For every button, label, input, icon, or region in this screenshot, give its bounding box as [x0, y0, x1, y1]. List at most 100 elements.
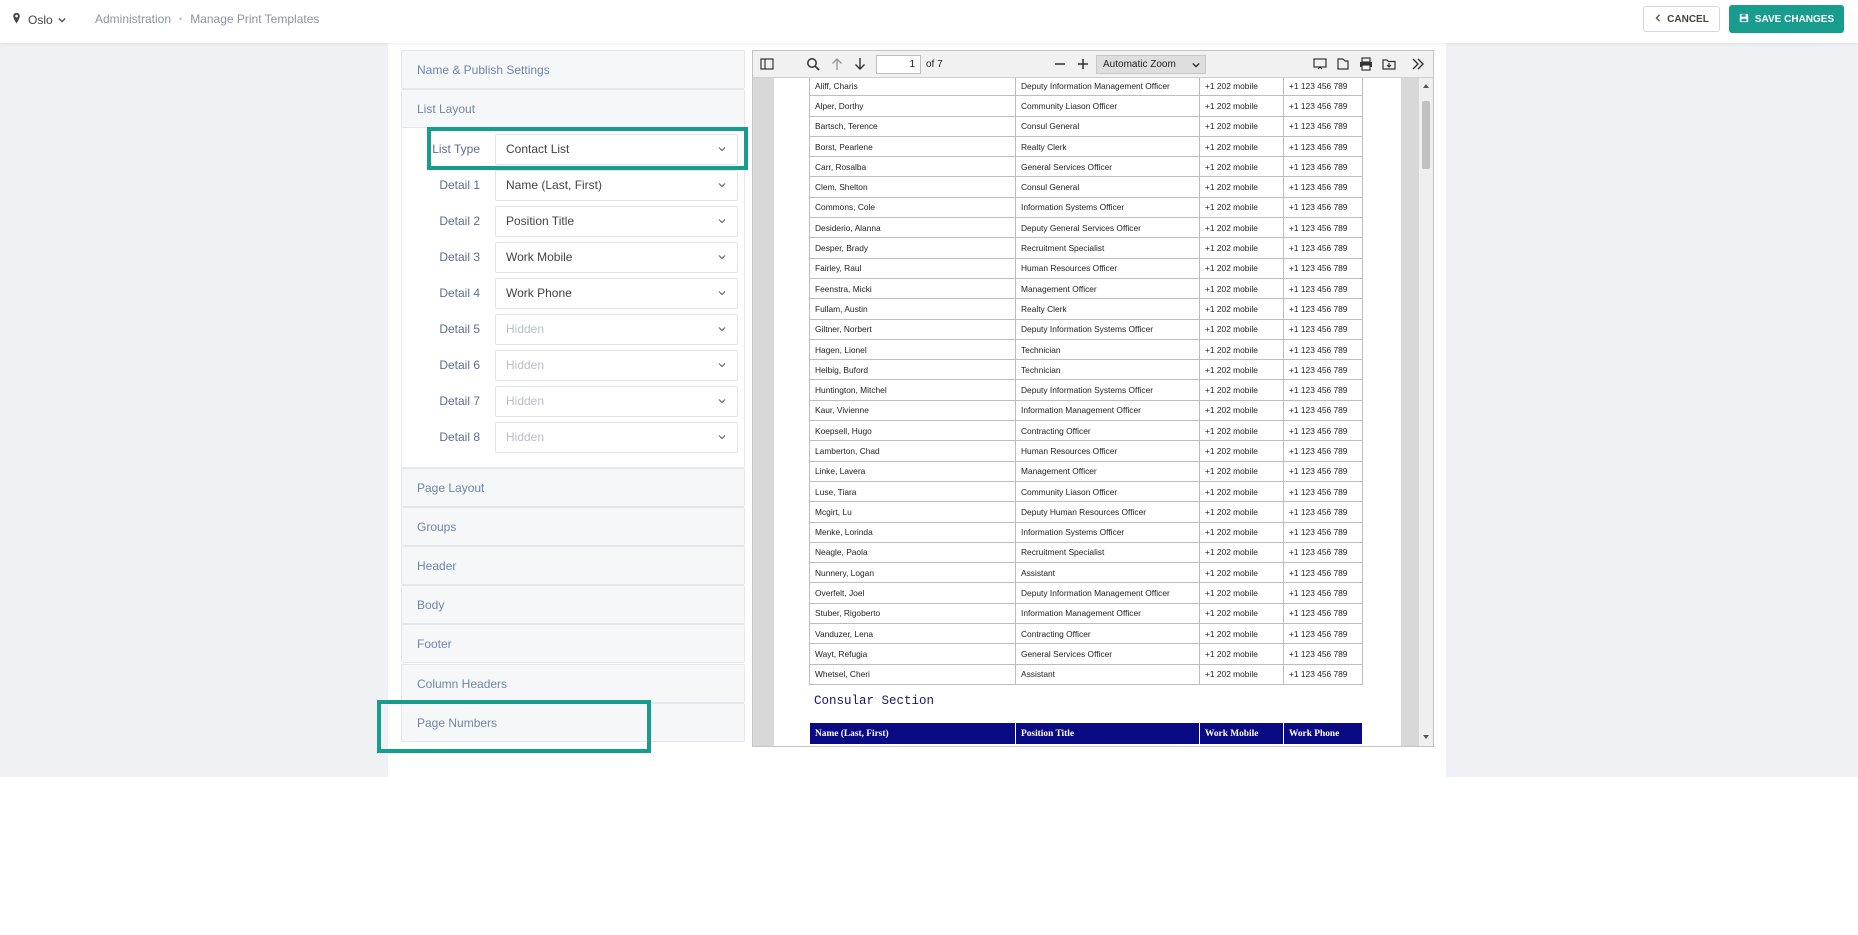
detail-2-select[interactable]: Position Title [495, 205, 738, 237]
cell-name: Koepsell, Hugo [809, 420, 1016, 442]
detail-6-select[interactable]: Hidden [495, 349, 738, 381]
scrollbar-thumb[interactable] [1422, 101, 1430, 169]
section-name-publish-settings[interactable]: Name & Publish Settings [401, 50, 745, 89]
section-header[interactable]: Header [401, 546, 745, 585]
cell-work-mobile: +1 202 mobile [1199, 217, 1284, 239]
zoom-in-icon[interactable] [1075, 56, 1091, 72]
field-label: Detail 8 [439, 430, 480, 444]
section-footer[interactable]: Footer [401, 624, 745, 663]
pdf-page: Aliff, Charis Deputy Information Manageme… [774, 78, 1401, 746]
section-page-layout[interactable]: Page Layout [401, 468, 745, 507]
detail-5-select[interactable]: Hidden [495, 313, 738, 345]
cell-work-mobile: +1 202 mobile [1199, 196, 1284, 219]
open-file-icon[interactable] [1335, 56, 1351, 72]
location-switcher[interactable]: Oslo [10, 12, 66, 28]
arrow-down-icon[interactable] [852, 56, 868, 72]
table-row: Kaur, Vivienne Information Management Off… [809, 399, 1363, 422]
chevron-down-icon [718, 254, 726, 259]
cell-position-title: Contracting Officer [1015, 420, 1200, 442]
detail-1-field: Detail 1 Name (Last, First) [402, 168, 746, 202]
table-row: Fullam, Austin Realty Clerk +1 202 mobile +… [809, 298, 1363, 320]
cell-position-title: Consul General [1015, 176, 1200, 198]
detail-4-select[interactable]: Work Phone [495, 277, 738, 309]
section-groups[interactable]: Groups [401, 507, 745, 546]
scroll-down-icon[interactable] [1422, 733, 1430, 741]
section-title: Consular Section [814, 694, 935, 708]
list-type-highlight [427, 127, 748, 170]
cell-work-phone: +1 123 456 789 [1283, 399, 1363, 422]
cell-position-title: General Services Officer [1015, 156, 1200, 178]
more-tools-icon[interactable] [1410, 56, 1426, 72]
zoom-select[interactable]: Automatic Zoom [1096, 55, 1206, 74]
print-icon[interactable] [1358, 56, 1374, 72]
detail-7-select[interactable]: Hidden [495, 385, 738, 417]
cell-name: Neagle, Paola [809, 541, 1016, 564]
cell-position-title: Management Officer [1015, 460, 1200, 482]
cell-name: Nunnery, Logan [809, 562, 1016, 584]
presentation-mode-icon[interactable] [1312, 56, 1328, 72]
cell-position-title: Deputy Information Management Officer [1015, 582, 1200, 604]
chevron-down-icon [58, 13, 66, 27]
cell-work-mobile: +1 202 mobile [1199, 277, 1284, 300]
cell-work-mobile: +1 202 mobile [1199, 420, 1284, 442]
cell-name: Aliff, Charis [809, 78, 1016, 97]
page-number-input[interactable]: 1 [876, 55, 921, 74]
search-icon[interactable] [805, 56, 821, 72]
detail-3-select[interactable]: Work Mobile [495, 241, 738, 273]
cell-work-mobile: +1 202 mobile [1199, 582, 1284, 604]
table-row: Borst, Pearlene Realty Clerk +1 202 mobile… [809, 135, 1363, 158]
column-header-row: Name (Last, First) Position Title Work M… [809, 722, 1363, 745]
cancel-button[interactable]: CANCEL [1643, 6, 1720, 32]
cell-position-title: Management Officer [1015, 277, 1200, 300]
cell-work-phone: +1 123 456 789 [1283, 237, 1363, 259]
cell-work-phone: +1 123 456 789 [1283, 318, 1363, 340]
select-value: Work Mobile [506, 250, 573, 264]
table-row: Helbig, Buford Technician +1 202 mobile +1 … [809, 359, 1363, 381]
pdf-preview: 1 of 7 Automatic Zoom Aliff, Charis Deput… [752, 50, 1434, 747]
table-row: Linke, Lavera Management Officer +1 202 mo… [809, 460, 1363, 482]
section-list-layout[interactable]: List Layout [401, 89, 745, 128]
cell-work-phone: +1 123 456 789 [1283, 217, 1363, 239]
cell-work-phone: +1 123 456 789 [1283, 359, 1363, 381]
top-bar: Oslo Administration • Manage Print Templ… [0, 0, 1858, 43]
table-row: Nunnery, Logan Assistant +1 202 mobile +1 1… [809, 562, 1363, 584]
table-row: Vanduzer, Lena Contracting Officer +1 202 … [809, 623, 1363, 645]
cell-position-title: Information Systems Officer [1015, 196, 1200, 219]
cell-work-phone: +1 123 456 789 [1283, 643, 1363, 665]
arrow-up-icon[interactable] [829, 56, 845, 72]
cell-name: Feenstra, Micki [809, 277, 1016, 300]
cell-work-phone: +1 123 456 789 [1283, 420, 1363, 442]
section-body[interactable]: Body [401, 585, 745, 624]
cell-work-phone: +1 123 456 789 [1283, 196, 1363, 219]
cell-position-title: Assistant [1015, 562, 1200, 584]
detail-1-select[interactable]: Name (Last, First) [495, 169, 738, 201]
cell-work-mobile: +1 202 mobile [1199, 623, 1284, 645]
breadcrumb-administration[interactable]: Administration [95, 12, 171, 26]
sidebar-toggle-icon[interactable] [759, 56, 775, 72]
select-placeholder: Hidden [506, 394, 545, 408]
breadcrumb-manage-print-templates[interactable]: Manage Print Templates [190, 12, 319, 26]
save-label: SAVE CHANGES [1754, 13, 1835, 25]
cell-position-title: Deputy Information Systems Officer [1015, 379, 1200, 401]
scroll-up-icon[interactable] [1422, 82, 1430, 90]
chevron-left-icon [1654, 13, 1662, 25]
download-icon[interactable] [1381, 56, 1397, 72]
zoom-out-icon[interactable] [1052, 56, 1068, 72]
detail-6-field: Detail 6 Hidden [402, 348, 746, 382]
cell-work-mobile: +1 202 mobile [1199, 399, 1284, 422]
table-row: Bartsch, Terence Consul General +1 202 mob… [809, 115, 1363, 137]
pdf-scrollbar[interactable] [1419, 78, 1433, 746]
cell-name: Desiderio, Alanna [809, 217, 1016, 239]
section-label: List Layout [417, 101, 476, 116]
cell-work-phone: +1 123 456 789 [1283, 623, 1363, 645]
cell-work-phone: +1 123 456 789 [1283, 379, 1363, 401]
cell-work-mobile: +1 202 mobile [1199, 379, 1284, 401]
cell-work-mobile: +1 202 mobile [1199, 298, 1284, 320]
cell-name: Vanduzer, Lena [809, 623, 1016, 645]
cell-name: Bartsch, Terence [809, 115, 1016, 137]
detail-8-select[interactable]: Hidden [495, 421, 738, 453]
save-changes-button[interactable]: SAVE CHANGES [1729, 5, 1844, 33]
table-row: Menke, Lorinda Information Systems Office… [809, 521, 1363, 543]
cell-work-mobile: +1 202 mobile [1199, 541, 1284, 564]
section-column-headers[interactable]: Column Headers [401, 664, 745, 703]
